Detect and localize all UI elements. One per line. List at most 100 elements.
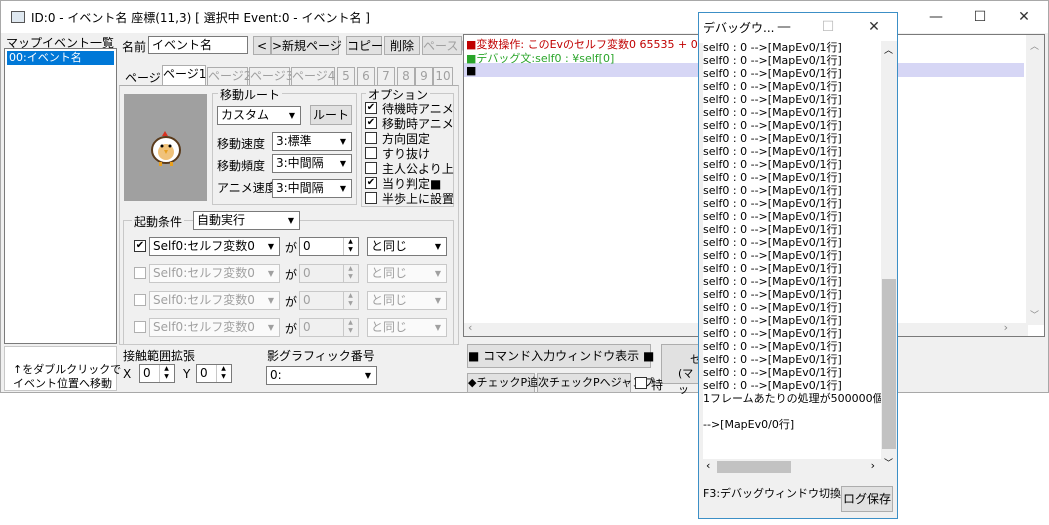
condition-variable-select[interactable]: Self0:セルフ変数0 ▼ — [149, 237, 280, 256]
event-graphic-preview[interactable] — [124, 94, 207, 201]
debug-log-line: self0 : 0 -->[MapEv0/1行] — [703, 379, 842, 392]
anim-speed-select[interactable]: 3:中間隔 ▼ — [272, 179, 352, 198]
shadow-graphic-select[interactable]: 0: ▼ — [266, 366, 377, 385]
map-event-list[interactable]: 00:イベント名 — [4, 48, 117, 344]
condition-operator-select[interactable]: と同じ ▼ — [367, 318, 447, 337]
tab-page-3[interactable]: ページ3 — [249, 67, 293, 85]
debug-minimize-button[interactable]: — — [761, 13, 807, 43]
option-checkbox[interactable]: ✔ — [365, 102, 377, 114]
close-button[interactable]: ✕ — [1001, 1, 1047, 33]
partial-button[interactable]: セ (マッ — [661, 344, 701, 396]
frequency-select[interactable]: 3:中間隔 ▼ — [272, 154, 352, 173]
debug-log-line: self0 : 0 -->[MapEv0/1行] — [703, 80, 842, 93]
chevron-left-icon[interactable]: ‹ — [706, 459, 710, 472]
tab-page-2[interactable]: ページ2 — [207, 67, 251, 85]
debug-log-vscroll[interactable]: ︿ ﹀ — [881, 41, 897, 471]
vscroll-thumb[interactable] — [882, 279, 896, 449]
condition-operator-select[interactable]: と同じ ▼ — [367, 291, 447, 310]
debug-log-line: self0 : 0 -->[MapEv0/1行] — [703, 54, 842, 67]
chevron-down-icon[interactable]: ﹀ — [884, 456, 893, 469]
debug-log-line: self0 : 0 -->[MapEv0/1行] — [703, 353, 842, 366]
debug-log-line: self0 : 0 -->[MapEv0/1行] — [703, 184, 842, 197]
route-button[interactable]: ルート — [310, 105, 352, 125]
debug-log-line: self0 : 0 -->[MapEv0/1行] — [703, 262, 842, 275]
event-name-input[interactable]: イベント名 — [148, 36, 248, 54]
contact-x-spinner[interactable]: ▲ ▼ — [159, 365, 173, 382]
debug-close-button[interactable]: ✕ — [851, 13, 897, 43]
condition-variable-select[interactable]: Self0:セルフ変数0 ▼ — [149, 291, 280, 310]
option-checkbox[interactable] — [365, 147, 377, 159]
tab-page-7[interactable]: 7 — [377, 67, 395, 85]
chevron-down-icon[interactable]: ﹀ — [1030, 308, 1039, 321]
debug-log[interactable]: self0 : 0 -->[MapEv0/1行] self0 : 0 -->[Ma… — [703, 41, 881, 471]
debug-log-line: self0 : 0 -->[MapEv0/1行] — [703, 93, 842, 106]
condition-checkbox[interactable] — [134, 321, 146, 333]
condition-checkbox[interactable] — [134, 294, 146, 306]
chevron-down-icon: ▼ — [339, 137, 347, 146]
condition-checkbox[interactable]: ✔ — [134, 240, 146, 252]
prev-page-button[interactable]: < — [253, 36, 271, 55]
jump-checkpoint-button[interactable]: 次チェックPへジャンプ — [537, 373, 654, 393]
save-log-button[interactable]: ログ保存 — [841, 486, 893, 512]
special-checkbox[interactable] — [635, 377, 647, 389]
command-list-vscroll[interactable]: ︿ ﹀ — [1026, 35, 1044, 325]
tab-page-9[interactable]: 9 — [415, 67, 433, 85]
tab-page-5[interactable]: 5 — [337, 67, 355, 85]
option-checkbox[interactable] — [365, 132, 377, 144]
condition-value-spinner[interactable]: ▲ ▼ — [343, 319, 357, 336]
condition-value-spinner[interactable]: ▲ ▼ — [343, 238, 357, 255]
chevron-up-icon[interactable]: ︿ — [884, 43, 893, 56]
condition-operator-select[interactable]: と同じ ▼ — [367, 237, 447, 256]
condition-variable-select[interactable]: Self0:セルフ変数0 ▼ — [149, 264, 280, 283]
chevron-down-icon: ▼ — [434, 323, 442, 332]
anim-speed-label: アニメ速度 — [217, 181, 277, 195]
copy-button[interactable]: コピー — [346, 36, 383, 55]
route-type-select[interactable]: カスタム ▼ — [217, 106, 301, 125]
minimize-button[interactable]: — — [913, 1, 959, 33]
command-input-window-button[interactable]: ■ コマンド入力ウィンドウ表示 ■ — [467, 344, 654, 368]
chevron-right-icon[interactable]: › — [1004, 321, 1008, 334]
option-checkbox[interactable] — [365, 192, 377, 204]
condition-variable-select[interactable]: Self0:セルフ変数0 ▼ — [149, 318, 280, 337]
tab-page-4[interactable]: ページ4 — [291, 67, 335, 85]
chevron-left-icon[interactable]: ‹ — [468, 321, 472, 334]
speed-value: 3:標準 — [276, 134, 312, 148]
condition-variable-value: Self0:セルフ変数0 — [153, 293, 255, 307]
maximize-button[interactable]: ☐ — [957, 1, 1003, 33]
tab-page-10[interactable]: 10 — [433, 67, 453, 85]
option-checkbox[interactable] — [365, 162, 377, 174]
condition-value-spinner[interactable]: ▲ ▼ — [343, 265, 357, 282]
delete-button[interactable]: 削除 — [384, 36, 420, 55]
trigger-type-select[interactable]: 自動実行 ▼ — [193, 211, 300, 230]
hscroll-thumb[interactable] — [717, 461, 791, 473]
chevron-right-icon[interactable]: › — [871, 459, 875, 472]
option-checkbox[interactable]: ✔ — [365, 117, 377, 129]
chevron-down-icon: ▼ — [364, 371, 372, 380]
add-checkpoint-button[interactable]: ◆チェックP追加 — [467, 373, 549, 393]
frequency-label: 移動頻度 — [217, 159, 266, 173]
tab-page-6[interactable]: 6 — [357, 67, 375, 85]
option-checkbox[interactable]: ✔ — [365, 177, 377, 189]
debug-log-hscroll[interactable]: ‹ › — [703, 459, 881, 475]
condition-checkbox[interactable] — [134, 267, 146, 279]
speed-select[interactable]: 3:標準 ▼ — [272, 132, 352, 151]
debug-maximize-button[interactable]: ☐ — [805, 13, 851, 43]
command-line[interactable]: ■デバッグ文:self0 : ¥self[0] — [466, 50, 614, 66]
condition-value: 0 — [303, 239, 311, 253]
condition-value-spinner[interactable]: ▲ ▼ — [343, 292, 357, 309]
tab-page-8[interactable]: 8 — [397, 67, 415, 85]
tab-page-1[interactable]: ページ1 — [162, 65, 206, 86]
contact-range-label: 接触範囲拡張 — [123, 349, 196, 363]
speed-label: 移動速度 — [217, 137, 266, 151]
hint-line-2: イベント位置へ移動 — [13, 377, 112, 390]
condition-operator-value: と同じ — [371, 320, 408, 334]
chevron-up-icon[interactable]: ︿ — [1030, 39, 1039, 52]
command-line[interactable]: ■ — [466, 64, 476, 77]
list-item[interactable]: 00:イベント名 — [7, 51, 114, 65]
condition-variable-value: Self0:セルフ変数0 — [153, 266, 255, 280]
contact-y-spinner[interactable]: ▲ ▼ — [216, 365, 230, 382]
new-page-button[interactable]: >新規ページ — [271, 36, 342, 55]
condition-operator-select[interactable]: と同じ ▼ — [367, 264, 447, 283]
chevron-down-icon: ▼ — [434, 296, 442, 305]
paste-button[interactable]: ペースト — [422, 36, 470, 55]
